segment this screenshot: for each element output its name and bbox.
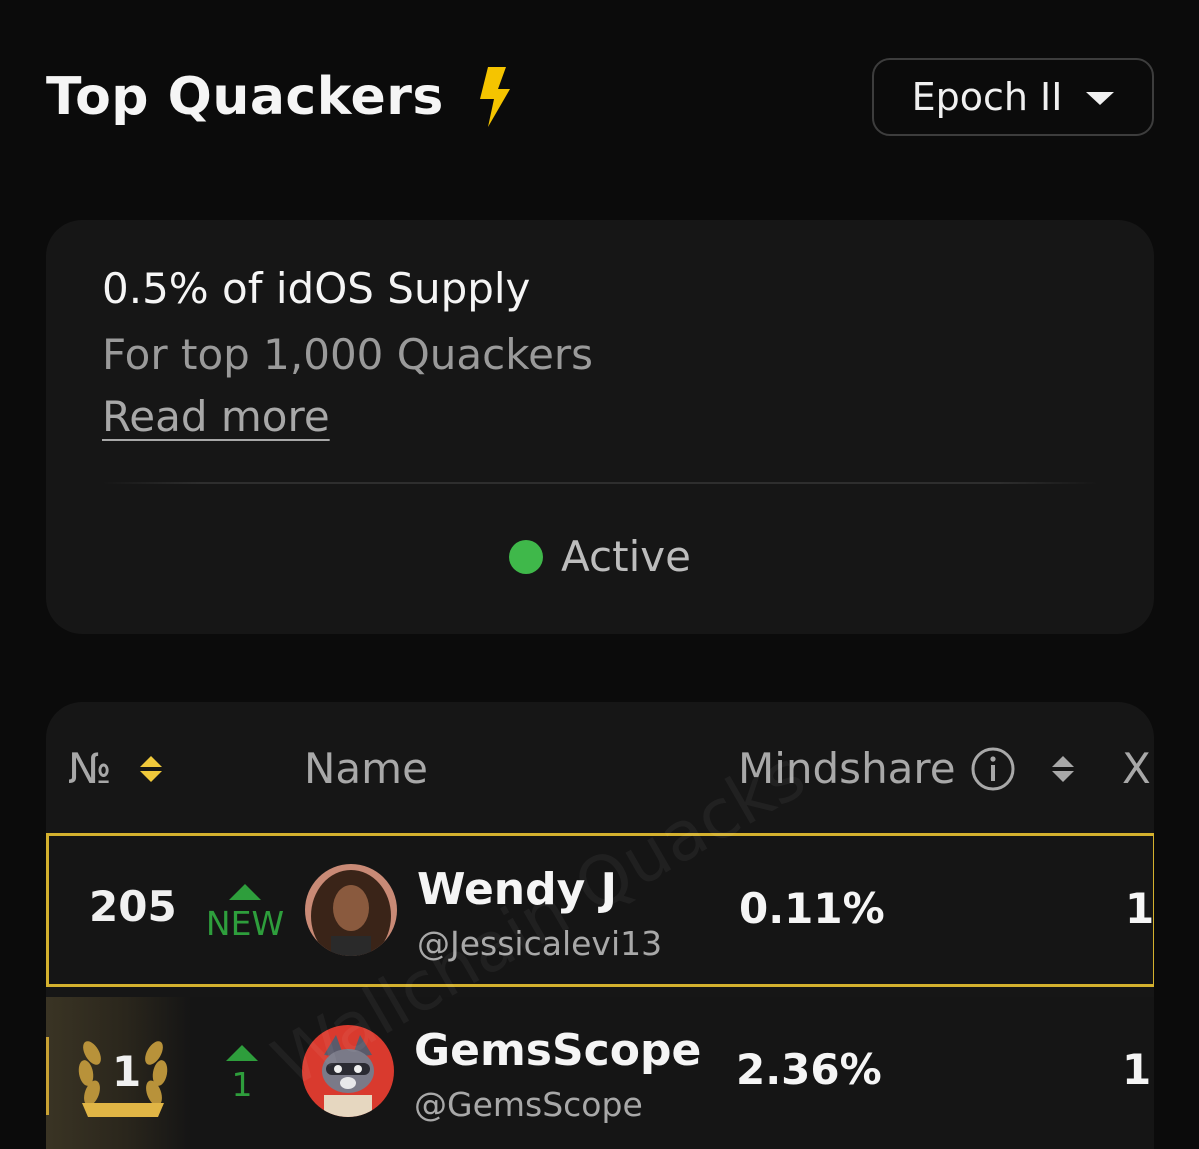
leaderboard-table: № Name Mindshare X 205 NEW Wendy J @Jess…: [46, 702, 1154, 1149]
rank-change: NEW: [203, 884, 287, 943]
x-header-label: X: [1122, 744, 1151, 793]
rank-value: 1: [112, 1047, 142, 1096]
mindshare-value: 2.36%: [736, 1045, 882, 1094]
user-handle: @Jessicalevi13: [417, 924, 663, 963]
table-row[interactable]: 1 1 GemsScope @GemsScope 2.36% 1!: [46, 997, 1154, 1149]
rank-change-value: 1: [231, 1065, 253, 1104]
title-group: Top Quackers: [46, 65, 514, 129]
user-name: GemsScope: [414, 1025, 702, 1076]
epoch-selector[interactable]: Epoch II: [872, 58, 1154, 136]
name-column-header: Name: [304, 744, 428, 793]
page-header: Top Quackers Epoch II: [46, 58, 1154, 136]
divider: [102, 482, 1098, 484]
lightning-icon: [479, 67, 510, 127]
user-handle: @GemsScope: [414, 1085, 643, 1124]
mindshare-value: 0.11%: [739, 884, 885, 933]
arrow-up-icon: [229, 884, 261, 900]
rank-change: 1: [200, 1045, 284, 1104]
x-column-header: X: [1122, 744, 1151, 793]
rank-column-header[interactable]: №: [68, 744, 162, 793]
x-value: 1(: [1125, 884, 1154, 933]
chevron-down-icon: [1086, 91, 1115, 105]
supply-text: 0.5% of idOS Supply: [102, 264, 531, 313]
sort-icon: [1051, 755, 1074, 782]
status-dot-icon: [509, 539, 544, 574]
sort-icon: [139, 755, 162, 782]
reward-card: 0.5% of idOS Supply For top 1,000 Quacke…: [46, 220, 1154, 634]
info-icon[interactable]: [970, 746, 1016, 792]
avatar: [305, 864, 397, 956]
x-value: 1!: [1122, 1045, 1154, 1094]
rank-accent-bar: [46, 1037, 49, 1115]
name-header-label: Name: [304, 744, 428, 793]
status-text: Active: [561, 532, 691, 581]
mindshare-header-label: Mindshare: [738, 744, 956, 793]
table-header: № Name Mindshare X: [46, 702, 1154, 834]
user-name: Wendy J: [417, 864, 617, 915]
rank-value: 205: [89, 882, 177, 931]
rank-header-label: №: [68, 744, 112, 793]
arrow-up-icon: [226, 1045, 258, 1061]
read-more-link[interactable]: Read more: [102, 392, 330, 441]
status-indicator: Active: [46, 532, 1154, 581]
mindshare-column-header[interactable]: Mindshare: [738, 744, 1074, 793]
avatar: [302, 1025, 394, 1117]
page-title: Top Quackers: [46, 67, 444, 127]
table-row-current-user[interactable]: 205 NEW Wendy J @Jessicalevi13 0.11% 1(: [46, 833, 1154, 987]
epoch-label: Epoch II: [911, 75, 1063, 119]
rank-change-value: NEW: [205, 904, 285, 943]
supply-subtitle: For top 1,000 Quackers: [102, 330, 594, 379]
